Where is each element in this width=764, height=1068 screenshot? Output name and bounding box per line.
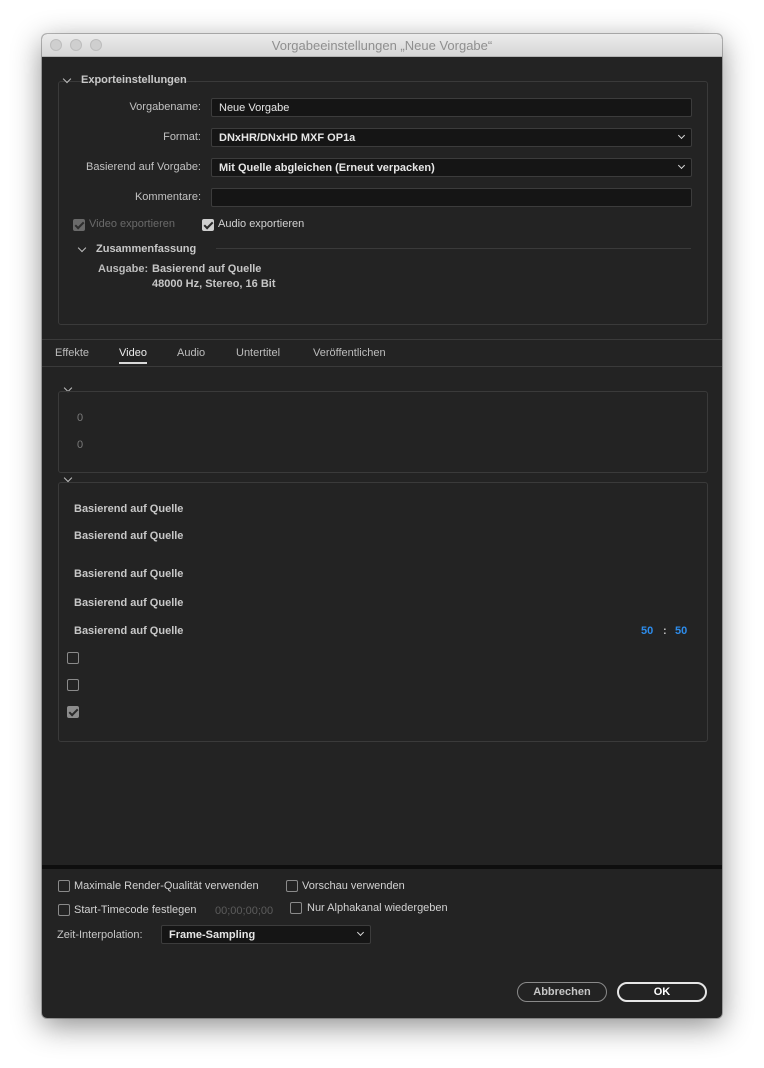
output-summary-line1: Basierend auf Quelle	[152, 263, 262, 275]
preset-settings-dialog: Vorgabeeinstellungen „Neue Vorgabe“ Expo…	[42, 34, 722, 1018]
preset-name-input[interactable]: Neue Vorgabe	[211, 98, 692, 117]
aspect-separator: :	[663, 625, 667, 637]
video-setting-value-1: Basierend auf Quelle	[74, 503, 184, 515]
video-setting-value-5: Basierend auf Quelle	[74, 625, 184, 637]
export-video-checkbox[interactable]	[73, 219, 85, 231]
tab-effects[interactable]: Effekte	[55, 347, 89, 359]
window-title: Vorgabeeinstellungen „Neue Vorgabe“	[271, 38, 493, 53]
tab-captions[interactable]: Untertitel	[236, 347, 280, 359]
chevron-down-icon	[356, 928, 365, 937]
video-group1-value-1: 0	[77, 412, 84, 424]
cancel-button[interactable]: Abbrechen	[517, 982, 607, 1002]
divider	[216, 248, 691, 249]
export-settings-title: Exporteinstellungen	[81, 74, 187, 86]
aspect-value-left[interactable]: 50	[641, 625, 653, 637]
format-value: DNxHR/DNxHD MXF OP1a	[219, 132, 356, 144]
tabs-bottom-divider	[42, 366, 722, 367]
video-group2-chevron-icon[interactable]	[63, 473, 73, 483]
video-group1-panel	[58, 391, 708, 473]
export-audio-label: Audio exportieren	[218, 218, 305, 230]
start-timecode-checkbox[interactable]	[58, 904, 70, 916]
based-on-preset-value: Mit Quelle abgleichen (Erneut verpacken)	[219, 162, 435, 174]
export-audio-checkbox[interactable]	[202, 219, 214, 231]
aspect-value-right[interactable]: 50	[675, 625, 687, 637]
output-summary-line2: 48000 Hz, Stereo, 16 Bit	[152, 278, 276, 290]
based-on-preset-label: Basierend auf Vorgabe:	[86, 161, 201, 173]
ok-button[interactable]: OK	[617, 982, 707, 1002]
format-dropdown[interactable]: DNxHR/DNxHD MXF OP1a	[211, 128, 692, 147]
alpha-only-checkbox[interactable]	[290, 902, 302, 914]
comments-label: Kommentare:	[134, 191, 201, 203]
video-setting-value-3: Basierend auf Quelle	[74, 568, 184, 580]
start-timecode-label: Start-Timecode festlegen	[74, 904, 197, 916]
use-previews-label: Vorschau verwenden	[302, 880, 405, 892]
format-label: Format:	[163, 131, 201, 143]
video-setting-value-4: Basierend auf Quelle	[74, 597, 184, 609]
export-video-label: Video exportieren	[89, 218, 176, 230]
tab-publish[interactable]: Veröffentlichen	[313, 347, 386, 359]
max-render-quality-checkbox[interactable]	[58, 880, 70, 892]
time-interpolation-value: Frame-Sampling	[169, 929, 256, 941]
video-option-checkbox-1[interactable]	[67, 652, 79, 664]
start-timecode-value[interactable]: 00;00;00;00	[215, 905, 273, 917]
title-bar: Vorgabeeinstellungen „Neue Vorgabe“	[42, 34, 722, 57]
tab-video[interactable]: Video	[119, 347, 147, 364]
chevron-down-icon	[677, 161, 686, 170]
video-option-checkbox-2[interactable]	[67, 679, 79, 691]
output-label: Ausgabe:	[98, 263, 149, 275]
summary-title: Zusammenfassung	[96, 243, 197, 255]
alpha-only-label: Nur Alphakanal wiedergeben	[307, 902, 448, 914]
preset-name-label: Vorgabename:	[129, 101, 201, 113]
comments-input[interactable]	[211, 188, 692, 207]
video-group2-panel	[58, 482, 708, 742]
tab-audio[interactable]: Audio	[177, 347, 205, 359]
chevron-down-icon	[677, 131, 686, 140]
video-option-checkbox-3[interactable]	[67, 706, 79, 718]
tabs-top-divider	[42, 339, 722, 340]
time-interpolation-label: Zeit-Interpolation:	[57, 929, 143, 941]
video-setting-value-2: Basierend auf Quelle	[74, 530, 184, 542]
bottom-separator	[42, 865, 722, 869]
time-interpolation-dropdown[interactable]: Frame-Sampling	[161, 925, 371, 944]
based-on-preset-dropdown[interactable]: Mit Quelle abgleichen (Erneut verpacken)	[211, 158, 692, 177]
max-render-quality-label: Maximale Render-Qualität verwenden	[74, 880, 259, 892]
video-group1-value-2: 0	[77, 439, 84, 451]
use-previews-checkbox[interactable]	[286, 880, 298, 892]
